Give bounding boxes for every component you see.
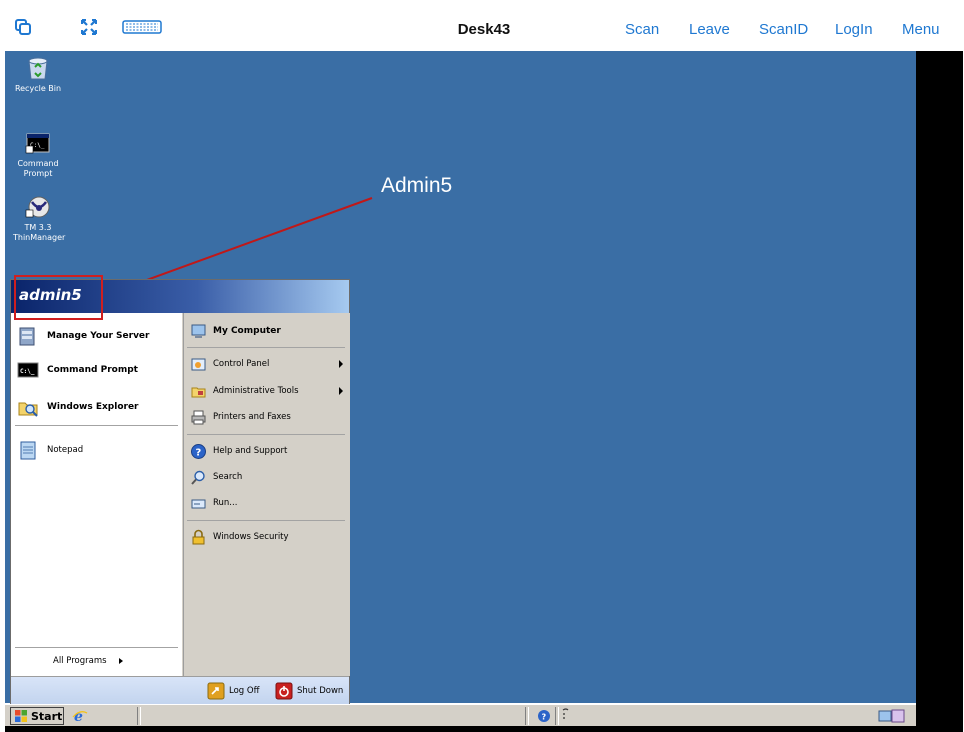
submenu-arrow-icon (339, 360, 343, 368)
menu-item-label: Command Prompt (47, 365, 138, 375)
menu-item-search[interactable]: Search (190, 467, 345, 487)
menu-item-printers-faxes[interactable]: Printers and Faxes (190, 407, 345, 427)
taskbar-separator (555, 707, 559, 725)
menu-item-label: Run... (213, 498, 238, 508)
control-panel-icon (190, 356, 207, 373)
command-prompt-icon: C:\_ (17, 359, 39, 381)
menu-item-notepad[interactable]: Notepad (17, 437, 83, 463)
taskbar-separator (525, 707, 529, 725)
start-menu-footer: Log Off Shut Down (11, 676, 349, 706)
separator (187, 434, 345, 435)
menu-item-windows-explorer[interactable]: Windows Explorer (17, 394, 139, 420)
menu-item-label: Help and Support (213, 446, 288, 456)
menu-item-windows-security[interactable]: Windows Security (190, 527, 345, 547)
svg-text:?: ? (542, 713, 547, 722)
power-icon (275, 682, 293, 700)
log-off-button[interactable]: Log Off (207, 682, 259, 700)
explorer-icon (17, 396, 39, 418)
menu-item-run[interactable]: Run... (190, 493, 345, 513)
taskbar: Start e ? (5, 704, 916, 727)
arrow-right-icon (118, 658, 123, 664)
menu-item-administrative-tools[interactable]: Administrative Tools (190, 381, 345, 401)
annotation-highlight-box (14, 275, 103, 320)
menu-item-label: Administrative Tools (213, 386, 299, 396)
separator (187, 347, 345, 348)
menu-item-label: Search (213, 472, 243, 482)
submenu-arrow-icon (339, 387, 343, 395)
frame-bottom (5, 726, 916, 732)
start-menu: admin5 Manage Your Server C:\_ Command P… (10, 279, 350, 706)
log-off-label: Log Off (229, 686, 260, 696)
separator (187, 520, 345, 521)
menu-item-command-prompt[interactable]: C:\_ Command Prompt (17, 357, 138, 383)
menu-item-label: Windows Explorer (47, 402, 139, 412)
menu-item-help-support[interactable]: ? Help and Support (190, 441, 345, 461)
lock-icon (190, 529, 207, 546)
shut-down-label: Shut Down (297, 686, 344, 696)
menu-item-manage-server[interactable]: Manage Your Server (17, 323, 149, 349)
printer-icon (190, 409, 207, 426)
my-computer-icon (190, 323, 207, 340)
start-label: Start (31, 709, 63, 723)
run-icon (190, 495, 207, 512)
server-icon (17, 325, 39, 347)
menu-item-control-panel[interactable]: Control Panel (190, 354, 345, 374)
taskbar-separator (137, 707, 141, 725)
admin-tools-icon (190, 383, 207, 400)
all-programs-label: All Programs (53, 656, 107, 666)
menu-item-my-computer[interactable]: My Computer (190, 321, 345, 341)
frame-right (916, 51, 963, 732)
menu-item-label: Control Panel (213, 359, 270, 369)
help-icon: ? (190, 443, 207, 460)
menu-item-label: My Computer (213, 326, 281, 336)
separator (15, 425, 178, 426)
menu-item-label: Notepad (47, 445, 84, 455)
shut-down-button[interactable]: Shut Down (275, 682, 343, 700)
start-button[interactable]: Start (10, 707, 64, 725)
notepad-icon (17, 439, 39, 461)
menu-item-label: Windows Security (213, 532, 289, 542)
menu-item-label: Printers and Faxes (213, 412, 291, 422)
svg-text:C:\_: C:\_ (20, 368, 35, 375)
all-programs-button[interactable]: All Programs (53, 656, 123, 666)
menu-item-label: Manage Your Server (47, 331, 150, 341)
log-off-icon (207, 682, 225, 700)
separator (15, 647, 178, 648)
start-menu-left-pane: Manage Your Server C:\_ Command Prompt W… (11, 313, 182, 676)
windows-logo-icon (14, 709, 28, 723)
svg-text:?: ? (196, 447, 202, 458)
search-icon (190, 469, 207, 486)
start-menu-right-pane: My Computer Control Panel Administrative… (183, 313, 350, 676)
